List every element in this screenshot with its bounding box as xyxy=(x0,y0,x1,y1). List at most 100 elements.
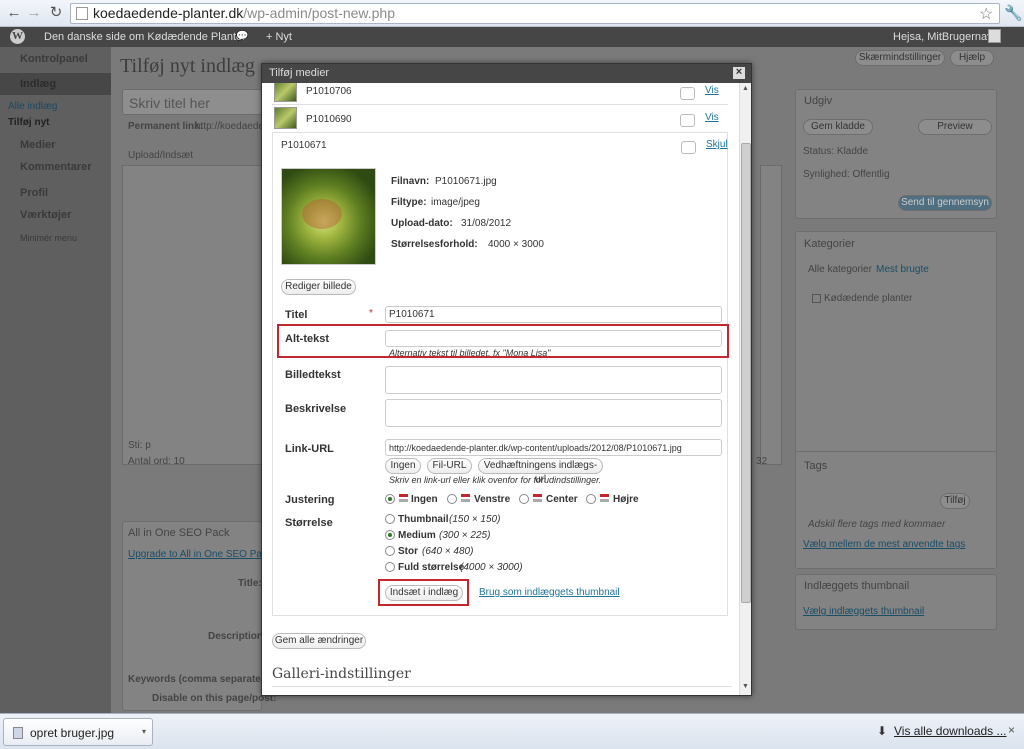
categories-tab-all[interactable]: Alle kategorier xyxy=(808,264,872,275)
page-title: Tilføj nyt indlæg xyxy=(120,55,255,77)
edit-image-button[interactable]: Rediger billede xyxy=(281,279,356,295)
size-large-radio[interactable] xyxy=(385,546,395,556)
sidebar-item-posts[interactable]: Indlæg xyxy=(20,78,56,90)
sidebar-item-dashboard[interactable]: Kontrolpanel xyxy=(20,53,88,65)
media-name: P1010671 xyxy=(281,140,327,151)
help-button[interactable]: Hjælp xyxy=(950,50,994,66)
address-bar[interactable]: koedaedende-planter.dk/wp-admin/post-new… xyxy=(70,3,1000,24)
size-full-dims: (4000 × 3000) xyxy=(460,562,523,573)
sidebar-item-add-new[interactable]: Tilføj nyt xyxy=(8,117,49,128)
use-as-thumbnail-link[interactable]: Brug som indlæggets thumbnail xyxy=(479,587,620,598)
media-select-checkbox[interactable] xyxy=(680,87,695,100)
show-media-link[interactable]: Vis xyxy=(705,85,719,96)
description-textarea[interactable] xyxy=(385,399,722,427)
categories-tab-popular[interactable]: Mest brugte xyxy=(876,264,929,275)
align-right-radio[interactable] xyxy=(586,494,596,504)
add-tag-button[interactable]: Tilføj xyxy=(940,493,970,509)
bookmark-star-icon[interactable]: ☆ xyxy=(979,4,993,24)
caption-textarea[interactable] xyxy=(385,366,722,394)
preview-detail xyxy=(302,199,342,229)
size-thumbnail-radio[interactable] xyxy=(385,514,395,524)
insert-button-highlight xyxy=(378,579,469,606)
media-row: P1010706 Vis xyxy=(272,83,728,105)
publish-box-title: Udgiv xyxy=(804,95,833,107)
editor-area-right xyxy=(760,165,782,465)
sidebar-item-all-posts[interactable]: Alle indlæg xyxy=(8,101,57,112)
scroll-up-icon[interactable]: ▲ xyxy=(742,85,749,92)
tags-box-title: Tags xyxy=(804,460,828,472)
media-name: P1010706 xyxy=(306,86,352,97)
link-attachment-post-button[interactable]: Vedhæftningens indlægs-url xyxy=(478,458,603,485)
save-all-changes-button[interactable]: Gem alle ændringer xyxy=(272,633,366,649)
screen-options-button[interactable]: Skærmindstillinger xyxy=(855,50,945,66)
media-thumbnail xyxy=(274,107,297,129)
scrollbar-thumb[interactable] xyxy=(741,143,751,603)
post-title-input[interactable]: Skriv titel her xyxy=(122,89,262,115)
admin-sidebar: Kontrolpanel Indlæg Alle indlæg Tilføj n… xyxy=(0,47,111,713)
admin-bar: W Den danske side om Kødædende Planter 💬… xyxy=(0,27,1024,47)
size-full-radio[interactable] xyxy=(385,562,395,572)
dialog-scrollbar[interactable]: ▲ ▼ xyxy=(739,83,751,695)
seo-description-label: Description: xyxy=(208,631,267,642)
back-arrow-icon[interactable]: ← xyxy=(4,4,24,22)
reload-icon[interactable]: ↻ xyxy=(46,4,66,22)
filename-label: Filnavn: xyxy=(391,176,430,187)
avatar[interactable] xyxy=(988,29,1001,43)
sidebar-item-profile[interactable]: Profil xyxy=(20,187,48,199)
page-icon xyxy=(76,7,88,20)
sidebar-item-media[interactable]: Medier xyxy=(20,139,55,151)
forward-arrow-icon[interactable]: → xyxy=(24,4,44,22)
link-url-input[interactable]: http://koedaedende-planter.dk/wp-content… xyxy=(385,439,722,456)
hide-media-link[interactable]: Skjul xyxy=(706,139,728,150)
media-select-checkbox[interactable] xyxy=(680,114,695,127)
word-count-right: 32 xyxy=(756,456,768,467)
category-label: Kødædende planter xyxy=(824,293,913,304)
media-select-checkbox[interactable] xyxy=(681,141,696,154)
sidebar-item-comments[interactable]: Kommentarer xyxy=(20,161,92,173)
save-draft-button[interactable]: Gem kladde xyxy=(803,119,873,135)
show-all-downloads-link[interactable]: Vis alle downloads ... xyxy=(894,724,1007,738)
sidebar-collapse-menu[interactable]: Minimér menu xyxy=(20,233,77,243)
align-left-radio[interactable] xyxy=(447,494,457,504)
admin-bar-site-link[interactable]: Den danske side om Kødædende Planter xyxy=(44,31,246,43)
close-icon[interactable]: × xyxy=(733,67,745,79)
editor-area[interactable] xyxy=(122,165,262,465)
alignment-label: Justering xyxy=(285,494,335,506)
choose-tags-link[interactable]: Vælg mellem de mest anvendte tags xyxy=(803,539,965,550)
preview-button[interactable]: Preview xyxy=(918,119,992,135)
wordpress-logo-icon[interactable]: W xyxy=(10,29,25,44)
permalink-label: Permanent link: xyxy=(128,121,204,132)
title-field-label: Titel xyxy=(285,309,308,321)
size-large-dims: (640 × 480) xyxy=(422,546,474,557)
link-file-url-button[interactable]: Fil-URL xyxy=(427,458,472,474)
filetype-value: image/jpeg xyxy=(431,197,480,208)
link-none-button[interactable]: Ingen xyxy=(385,458,421,474)
media-thumbnail xyxy=(274,83,297,102)
browser-toolbar: ← → ↻ koedaedende-planter.dk/wp-admin/po… xyxy=(0,0,1024,27)
submit-review-button[interactable]: Send til gennemsyn xyxy=(898,195,992,211)
size-medium-radio[interactable] xyxy=(385,530,395,540)
sidebar-item-tools[interactable]: Værktøjer xyxy=(20,209,71,221)
set-thumbnail-link[interactable]: Vælg indlæggets thumbnail xyxy=(803,606,924,617)
categories-box-title: Kategorier xyxy=(804,238,855,250)
align-none-radio[interactable] xyxy=(385,494,395,504)
show-media-link[interactable]: Vis xyxy=(705,112,719,123)
wrench-icon[interactable]: 🔧 xyxy=(1004,4,1023,22)
chevron-down-icon[interactable]: ▾ xyxy=(142,727,146,736)
seo-disable-label: Disable on this page/post: xyxy=(152,693,277,704)
seo-upgrade-link[interactable]: Upgrade to All in One SEO Pack xyxy=(128,549,272,560)
post-visibility: Synlighed: Offentlig xyxy=(803,169,890,180)
filetype-label: Filtype: xyxy=(391,197,427,208)
align-center-radio[interactable] xyxy=(519,494,529,504)
title-input[interactable]: P1010671 xyxy=(385,306,722,323)
upload-date-label: Upload-dato: xyxy=(391,218,453,229)
admin-bar-new[interactable]: + Nyt xyxy=(266,31,292,43)
close-icon[interactable]: × xyxy=(1008,723,1015,737)
scroll-down-icon[interactable]: ▼ xyxy=(742,683,749,690)
download-item[interactable]: opret bruger.jpg ▾ xyxy=(3,718,153,746)
add-media-dialog: Tilføj medier × P1010706 Vis P1010690 Vi… xyxy=(261,63,752,696)
admin-bar-greeting[interactable]: Hejsa, MitBrugernavn xyxy=(893,31,999,43)
media-name: P1010690 xyxy=(306,114,352,125)
comment-bubble-icon[interactable]: 💬 xyxy=(236,31,248,42)
category-checkbox[interactable] xyxy=(812,294,821,303)
